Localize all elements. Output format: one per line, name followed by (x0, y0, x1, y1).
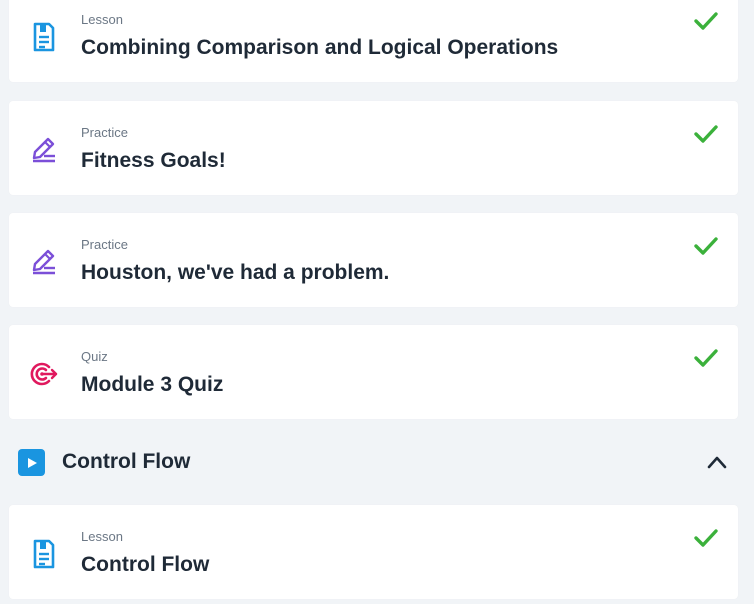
lesson-document-icon (29, 22, 59, 52)
item-type-label: Quiz (81, 349, 108, 364)
completed-check-icon (694, 529, 718, 547)
list-item-combining-comparison[interactable]: Lesson Combining Comparison and Logical … (9, 0, 738, 82)
chevron-up-icon[interactable] (706, 454, 728, 470)
completed-check-icon (694, 125, 718, 143)
lesson-document-icon (29, 539, 59, 569)
section-title: Control Flow (62, 450, 191, 473)
list-item-fitness-goals[interactable]: Practice Fitness Goals! (9, 101, 738, 195)
list-item-control-flow-lesson[interactable]: Lesson Control Flow (9, 505, 738, 599)
item-title: Control Flow (81, 553, 210, 576)
item-type-label: Lesson (81, 529, 123, 544)
completed-check-icon (694, 237, 718, 255)
practice-pencil-icon (29, 135, 59, 165)
video-play-icon (18, 449, 45, 476)
practice-pencil-icon (29, 247, 59, 277)
completed-check-icon (694, 349, 718, 367)
item-type-label: Practice (81, 237, 128, 252)
item-title: Combining Comparison and Logical Operati… (81, 36, 559, 59)
item-title: Houston, we've had a problem. (81, 261, 390, 284)
item-type-label: Practice (81, 125, 128, 140)
section-header-control-flow[interactable]: Control Flow (0, 436, 754, 486)
list-item-houston-problem[interactable]: Practice Houston, we've had a problem. (9, 213, 738, 307)
completed-check-icon (694, 12, 718, 30)
quiz-target-icon (29, 359, 59, 389)
item-title: Fitness Goals! (81, 149, 226, 172)
item-title: Module 3 Quiz (81, 373, 224, 396)
list-item-module-3-quiz[interactable]: Quiz Module 3 Quiz (9, 325, 738, 419)
item-type-label: Lesson (81, 12, 123, 27)
